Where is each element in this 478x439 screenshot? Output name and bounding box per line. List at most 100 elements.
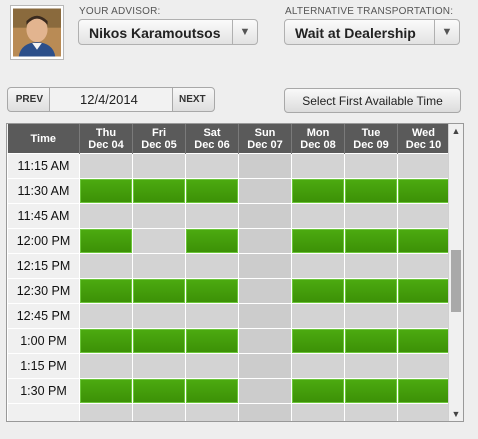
unavailable-time-slot: [79, 253, 133, 279]
available-time-slot[interactable]: [344, 228, 398, 254]
time-label: 1:00 PM: [7, 328, 80, 354]
available-time-slot[interactable]: [79, 328, 133, 354]
unavailable-time-slot: [291, 353, 345, 379]
available-time-slot[interactable]: [132, 378, 186, 404]
day-date: Dec 10: [405, 138, 442, 151]
advisor-label: YOUR ADVISOR:: [79, 6, 161, 17]
available-time-slot[interactable]: [397, 328, 450, 354]
unavailable-time-slot: [132, 153, 186, 179]
available-time-slot[interactable]: [397, 378, 450, 404]
unavailable-time-slot: [79, 203, 133, 229]
time-label: 11:45 AM: [7, 203, 80, 229]
time-label: 11:15 AM: [7, 153, 80, 179]
available-time-slot[interactable]: [397, 278, 450, 304]
available-time-slot[interactable]: [344, 378, 398, 404]
date-pager: PREV 12/4/2014 NEXT: [7, 87, 215, 112]
available-time-slot[interactable]: [397, 178, 450, 204]
unavailable-time-slot: [291, 303, 345, 329]
available-time-slot[interactable]: [344, 278, 398, 304]
available-time-slot[interactable]: [185, 228, 239, 254]
day-column-header: Thu Dec 04: [79, 124, 133, 154]
scroll-down-arrow-icon[interactable]: ▼: [449, 407, 463, 421]
chevron-down-icon[interactable]: ▼: [232, 20, 257, 44]
available-time-slot[interactable]: [185, 178, 239, 204]
unavailable-time-slot: [79, 303, 133, 329]
unavailable-time-slot: [238, 328, 292, 354]
time-row: 12:30 PM: [7, 278, 450, 304]
prev-week-label: PREV: [15, 94, 43, 105]
start-date-field[interactable]: 12/4/2014: [50, 88, 172, 111]
available-time-slot[interactable]: [79, 378, 133, 404]
next-week-label: NEXT: [179, 94, 206, 105]
available-time-slot[interactable]: [132, 178, 186, 204]
time-row: 12:45 PM: [7, 303, 450, 329]
time-column-header: Time: [7, 124, 80, 154]
prev-week-button[interactable]: PREV: [8, 88, 50, 111]
time-label: 12:00 PM: [7, 228, 80, 254]
available-time-slot[interactable]: [79, 178, 133, 204]
unavailable-time-slot: [79, 153, 133, 179]
available-time-slot[interactable]: [185, 328, 239, 354]
unavailable-time-slot: [344, 353, 398, 379]
transport-selected-value: Wait at Dealership: [295, 25, 416, 41]
unavailable-time-slot: [397, 353, 450, 379]
day-column-header: Wed Dec 10: [397, 124, 450, 154]
available-time-slot[interactable]: [291, 228, 345, 254]
available-time-slot[interactable]: [79, 228, 133, 254]
available-time-slot[interactable]: [79, 278, 133, 304]
available-time-slot[interactable]: [291, 178, 345, 204]
advisor-selected-value: Nikos Karamoutsos: [89, 25, 221, 41]
unavailable-time-slot: [397, 253, 450, 279]
unavailable-time-slot: [132, 228, 186, 254]
time-row: 1:30 PM: [7, 378, 450, 404]
schedule-scrollbar[interactable]: ▲ ▼: [448, 124, 463, 421]
unavailable-time-slot: [132, 353, 186, 379]
unavailable-time-slot: [397, 403, 450, 421]
time-row: [7, 403, 450, 421]
day-of-week: Tue: [361, 126, 381, 139]
transport-label: ALTERNATIVE TRANSPORTATION:: [285, 6, 454, 17]
unavailable-time-slot: [344, 253, 398, 279]
unavailable-time-slot: [185, 253, 239, 279]
unavailable-time-slot: [132, 303, 186, 329]
unavailable-time-slot: [79, 353, 133, 379]
available-time-slot[interactable]: [397, 228, 450, 254]
unavailable-time-slot: [238, 353, 292, 379]
available-time-slot[interactable]: [291, 278, 345, 304]
select-first-available-button[interactable]: Select First Available Time: [284, 88, 461, 113]
day-column-header: Sat Dec 06: [185, 124, 239, 154]
unavailable-time-slot: [397, 203, 450, 229]
scrollbar-thumb[interactable]: [451, 250, 461, 312]
unavailable-time-slot: [291, 153, 345, 179]
time-row: 11:45 AM: [7, 203, 450, 229]
advisor-photo: [13, 8, 61, 57]
available-time-slot[interactable]: [185, 378, 239, 404]
available-time-slot[interactable]: [185, 278, 239, 304]
time-row: 11:30 AM: [7, 178, 450, 204]
unavailable-time-slot: [238, 403, 292, 421]
next-week-button[interactable]: NEXT: [172, 88, 214, 111]
available-time-slot[interactable]: [291, 378, 345, 404]
day-column-header: Tue Dec 09: [344, 124, 398, 154]
unavailable-time-slot: [185, 303, 239, 329]
schedule-grid: Time Thu Dec 04 Fri Dec 05 Sat Dec 06 Sun Dec 0…: [6, 123, 464, 422]
advisor-select[interactable]: Nikos Karamoutsos ▼: [78, 19, 258, 45]
unavailable-time-slot: [238, 378, 292, 404]
unavailable-time-slot: [238, 153, 292, 179]
day-of-week: Wed: [411, 126, 436, 139]
time-label: 12:45 PM: [7, 303, 80, 329]
available-time-slot[interactable]: [344, 328, 398, 354]
transport-select[interactable]: Wait at Dealership ▼: [284, 19, 460, 45]
available-time-slot[interactable]: [344, 178, 398, 204]
unavailable-time-slot: [185, 203, 239, 229]
available-time-slot[interactable]: [132, 328, 186, 354]
day-of-week: Thu: [95, 126, 117, 139]
scroll-up-arrow-icon[interactable]: ▲: [449, 124, 463, 138]
unavailable-time-slot: [397, 153, 450, 179]
available-time-slot[interactable]: [291, 328, 345, 354]
time-label: 12:30 PM: [7, 278, 80, 304]
chevron-down-icon[interactable]: ▼: [434, 20, 459, 44]
time-row: 12:15 PM: [7, 253, 450, 279]
available-time-slot[interactable]: [132, 278, 186, 304]
unavailable-time-slot: [291, 203, 345, 229]
